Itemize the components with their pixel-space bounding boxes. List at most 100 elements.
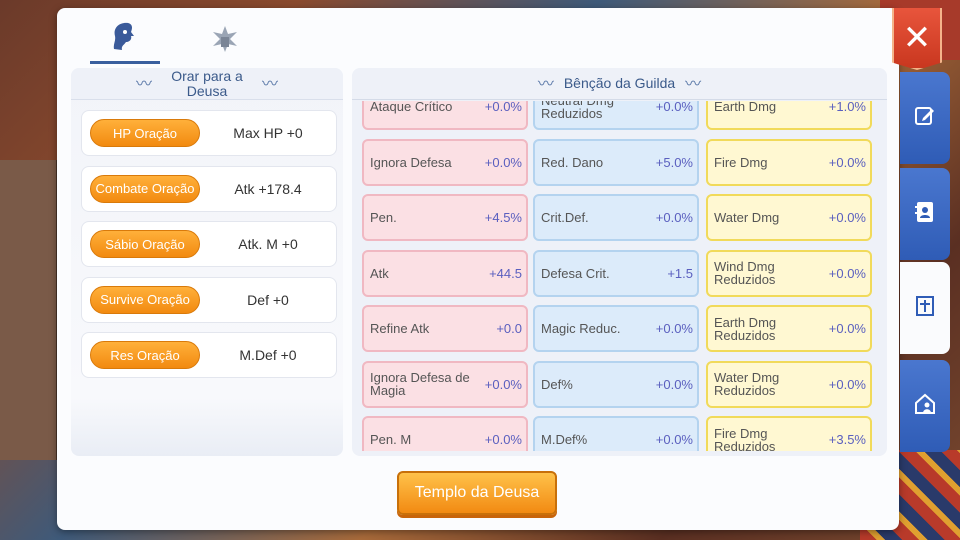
blessing-stat-cell: Earth Dmg Reduzidos +0.0% xyxy=(706,305,872,352)
blessing-stat-cell: Water Dmg +0.0% xyxy=(706,194,872,241)
guild-tab[interactable] xyxy=(190,18,260,64)
cross-church-icon xyxy=(914,294,936,323)
blessing-stat-cell: Ignora Defesa +0.0% xyxy=(362,138,528,186)
stat-value: +0.0% xyxy=(655,210,693,225)
stat-value: +0.0% xyxy=(484,376,522,392)
stat-name: Atk xyxy=(370,265,389,281)
blessing-stat-cell: Water Dmg Reduzidos +0.0% xyxy=(706,360,872,408)
goddess-temple-button[interactable]: Templo da Deusa xyxy=(397,471,557,515)
stat-value: +0.0% xyxy=(655,376,693,392)
blessing-stat-cell: Wind Dmg Reduzidos +0.0% xyxy=(706,249,872,297)
stat-name: Earth Dmg Reduzidos xyxy=(714,314,777,343)
stat-value: +0.0% xyxy=(655,321,693,336)
stat-name: Crit.Def. xyxy=(541,210,589,225)
stat-name: Def% xyxy=(541,376,573,392)
close-button[interactable]: ✕ xyxy=(892,8,942,70)
prayer-button[interactable]: Res Oração xyxy=(90,341,200,369)
goddess-tab[interactable] xyxy=(90,18,160,64)
blessing-stat-cell: Neutral Dmg Reduzidos +0.0% xyxy=(533,101,699,130)
blessing-stat-cell: Pen. +4.5% xyxy=(362,194,528,241)
stat-value: +1.5 xyxy=(667,265,693,281)
stat-name: Ataque Crítico xyxy=(370,101,453,114)
stat-value: +44.5 xyxy=(489,265,522,281)
guild-emblem-icon xyxy=(210,24,240,59)
stat-value: +0.0 xyxy=(496,321,522,336)
prayer-value: M.Def +0 xyxy=(239,347,297,363)
goddess-prayer-section: 〰 Orar para a Deusa 〰 HP Oração Max HP +0… xyxy=(71,68,343,456)
stat-name: Red. Dano xyxy=(541,154,604,170)
stat-value: +3.5% xyxy=(828,432,866,447)
stat-value: +0.0% xyxy=(484,101,522,114)
guild-blessing-header: 〰 Bênção da Guilda 〰 xyxy=(352,68,887,100)
stat-name: Ignora Defesa xyxy=(370,154,452,170)
side-tab-edit[interactable] xyxy=(900,72,950,164)
stat-name: M.Def% xyxy=(541,432,588,447)
blessing-stat-cell: M.Def% +0.0% xyxy=(533,416,699,451)
blessing-stat-cell: Atk +44.5 xyxy=(362,249,528,297)
stat-name: Defesa Crit. xyxy=(541,265,610,281)
stat-name: Refine Atk xyxy=(370,321,430,336)
prayer-row: HP Oração Max HP +0 xyxy=(81,110,337,156)
prayer-row: Res Oração M.Def +0 xyxy=(81,332,337,378)
blessing-stat-cell: Defesa Crit. +1.5 xyxy=(533,249,699,297)
blessing-stat-cell: Pen. M +0.0% xyxy=(362,416,528,451)
blessing-stat-cell: Crit.Def. +0.0% xyxy=(533,194,699,241)
blessing-stat-cell: Ignora Defesa de Magia +0.0% xyxy=(362,360,528,408)
close-icon: ✕ xyxy=(902,18,932,58)
side-tab-home[interactable] xyxy=(900,360,950,452)
goddess-head-icon xyxy=(108,20,142,59)
swirl-ornament-icon: 〰 xyxy=(262,74,279,93)
prayer-value: Max HP +0 xyxy=(233,125,303,141)
stat-value: +0.0% xyxy=(828,210,866,225)
stat-value: +0.0% xyxy=(828,265,866,281)
prayer-value: Atk +178.4 xyxy=(234,180,302,197)
stat-name: Magic Reduc. xyxy=(541,321,621,336)
prayer-row: Combate Oração Atk +178.4 xyxy=(81,165,337,212)
prayer-value: Def +0 xyxy=(247,291,289,308)
swirl-ornament-icon: 〰 xyxy=(685,74,702,93)
stat-value: +0.0% xyxy=(655,101,693,114)
blessing-stat-cell: Fire Dmg Reduzidos +3.5% xyxy=(706,416,872,451)
side-tab-contacts[interactable] xyxy=(900,168,950,260)
side-tab-church[interactable] xyxy=(900,262,950,354)
stat-value: +1.0% xyxy=(828,101,866,114)
prayer-row: Survive Oração Def +0 xyxy=(81,276,337,323)
stat-name: Fire Dmg Reduzidos xyxy=(714,425,776,452)
prayer-button[interactable]: HP Oração xyxy=(90,119,200,147)
blessing-stat-cell: Earth Dmg +1.0% xyxy=(706,101,872,130)
stat-name: Water Dmg xyxy=(714,210,780,225)
stat-name: Earth Dmg xyxy=(714,101,777,114)
blessing-stat-cell: Red. Dano +5.0% xyxy=(533,138,699,186)
stat-value: +0.0% xyxy=(828,321,866,336)
prayer-button[interactable]: Combate Oração xyxy=(90,174,200,203)
edit-icon xyxy=(914,105,936,132)
swirl-ornament-icon: 〰 xyxy=(135,74,152,93)
contacts-book-icon xyxy=(914,200,936,229)
stat-value: +0.0% xyxy=(828,154,866,170)
prayer-button[interactable]: Sábio Oração xyxy=(90,230,200,258)
blessing-stat-cell: Def% +0.0% xyxy=(533,360,699,408)
stat-name: Neutral Dmg Reduzidos xyxy=(541,101,614,121)
prayer-row: Sábio Oração Atk. M +0 xyxy=(81,221,337,267)
stat-name: Pen. xyxy=(370,210,397,225)
goddess-prayer-title: Orar para a Deusa xyxy=(171,67,243,99)
stat-value: +0.0% xyxy=(484,154,522,170)
stat-value: +0.0% xyxy=(484,432,522,447)
goddess-prayer-header: 〰 Orar para a Deusa 〰 xyxy=(71,68,343,100)
stat-name: Water Dmg Reduzidos xyxy=(714,370,780,398)
stat-value: +0.0% xyxy=(655,432,693,447)
stat-value: +0.0% xyxy=(828,376,866,392)
blessing-stat-grid[interactable]: Ataque Crítico +0.0% Ignora Defesa +0.0% Pen… xyxy=(352,101,887,451)
stat-value: +4.5% xyxy=(484,210,522,225)
stat-value: +5.0% xyxy=(655,154,693,170)
prayer-value: Atk. M +0 xyxy=(238,236,298,252)
guild-blessing-title: Bênção da Guilda xyxy=(563,75,676,91)
house-person-icon xyxy=(913,392,937,421)
background-wall xyxy=(0,160,60,460)
stat-name: Pen. M xyxy=(370,432,412,447)
blessing-stat-cell: Magic Reduc. +0.0% xyxy=(533,305,699,352)
swirl-ornament-icon: 〰 xyxy=(537,74,554,93)
prayer-button[interactable]: Survive Oração xyxy=(90,285,200,314)
stat-name: Ignora Defesa de Magia xyxy=(370,370,470,398)
guild-blessing-section: 〰 Bênção da Guilda 〰 Ataque Crítico +0.0%… xyxy=(352,68,887,456)
